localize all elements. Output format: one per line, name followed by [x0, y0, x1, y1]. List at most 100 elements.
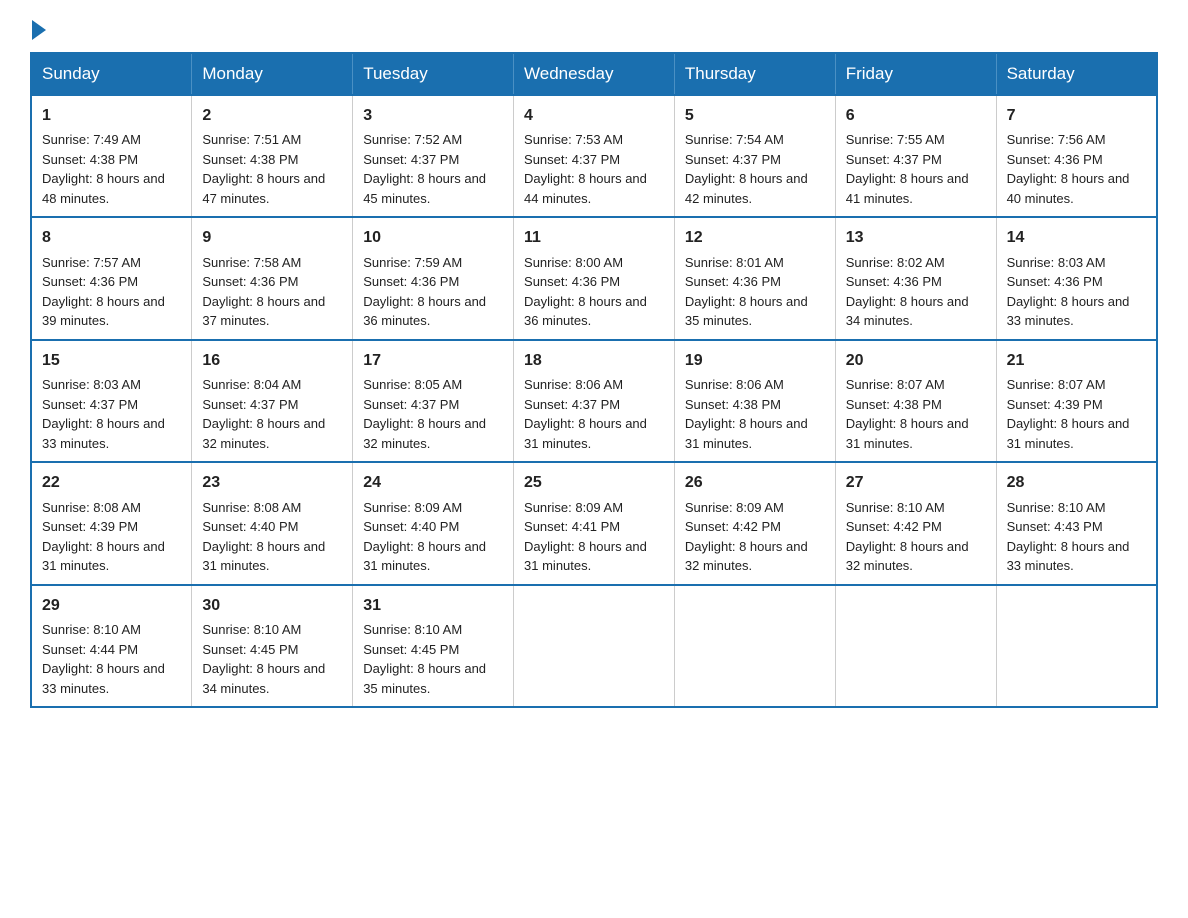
weekday-row: SundayMondayTuesdayWednesdayThursdayFrid… [31, 53, 1157, 95]
day-info: Sunrise: 7:58 AMSunset: 4:36 PMDaylight:… [202, 255, 325, 329]
day-info: Sunrise: 8:08 AMSunset: 4:39 PMDaylight:… [42, 500, 165, 574]
day-info: Sunrise: 7:54 AMSunset: 4:37 PMDaylight:… [685, 132, 808, 206]
calendar-day-cell: 28 Sunrise: 8:10 AMSunset: 4:43 PMDayligh… [996, 462, 1157, 584]
day-info: Sunrise: 8:06 AMSunset: 4:38 PMDaylight:… [685, 377, 808, 451]
calendar-day-cell: 25Sunrise: 8:09 AMSunset: 4:41 PMDayligh… [514, 462, 675, 584]
day-info: Sunrise: 8:04 AMSunset: 4:37 PMDaylight:… [202, 377, 325, 451]
day-info: Sunrise: 7:59 AMSunset: 4:36 PMDaylight:… [363, 255, 486, 329]
day-info: Sunrise: 8:03 AMSunset: 4:37 PMDaylight:… [42, 377, 165, 451]
logo [30, 20, 46, 32]
day-info: Sunrise: 8:03 AMSunset: 4:36 PMDaylight:… [1007, 255, 1130, 329]
calendar-week-row: 8 Sunrise: 7:57 AMSunset: 4:36 PMDaylight… [31, 217, 1157, 339]
calendar-body: 1 Sunrise: 7:49 AMSunset: 4:38 PMDaylight… [31, 95, 1157, 707]
calendar-day-cell [996, 585, 1157, 707]
day-info: Sunrise: 8:09 AMSunset: 4:40 PMDaylight:… [363, 500, 486, 574]
day-info: Sunrise: 8:08 AMSunset: 4:40 PMDaylight:… [202, 500, 325, 574]
calendar-day-cell: 1 Sunrise: 7:49 AMSunset: 4:38 PMDaylight… [31, 95, 192, 217]
day-info: Sunrise: 7:57 AMSunset: 4:36 PMDaylight:… [42, 255, 165, 329]
calendar-header: SundayMondayTuesdayWednesdayThursdayFrid… [31, 53, 1157, 95]
day-info: Sunrise: 8:00 AMSunset: 4:36 PMDaylight:… [524, 255, 647, 329]
day-number: 30 [202, 594, 342, 617]
calendar-day-cell: 14 Sunrise: 8:03 AMSunset: 4:36 PMDayligh… [996, 217, 1157, 339]
day-number: 19 [685, 349, 825, 372]
logo-arrow-icon [32, 20, 46, 40]
day-number: 11 [524, 226, 664, 249]
day-number: 31 [363, 594, 503, 617]
calendar-day-cell: 29 Sunrise: 8:10 AMSunset: 4:44 PMDayligh… [31, 585, 192, 707]
calendar-day-cell: 24 Sunrise: 8:09 AMSunset: 4:40 PMDayligh… [353, 462, 514, 584]
calendar-week-row: 29 Sunrise: 8:10 AMSunset: 4:44 PMDayligh… [31, 585, 1157, 707]
calendar-day-cell [674, 585, 835, 707]
day-number: 24 [363, 471, 503, 494]
day-number: 21 [1007, 349, 1146, 372]
day-info: Sunrise: 8:10 AMSunset: 4:44 PMDaylight:… [42, 622, 165, 696]
calendar-day-cell: 13Sunrise: 8:02 AMSunset: 4:36 PMDayligh… [835, 217, 996, 339]
day-number: 29 [42, 594, 181, 617]
calendar-day-cell: 21Sunrise: 8:07 AMSunset: 4:39 PMDayligh… [996, 340, 1157, 462]
day-number: 5 [685, 104, 825, 127]
day-number: 25 [524, 471, 664, 494]
day-info: Sunrise: 7:51 AMSunset: 4:38 PMDaylight:… [202, 132, 325, 206]
day-number: 27 [846, 471, 986, 494]
calendar-day-cell: 4 Sunrise: 7:53 AMSunset: 4:37 PMDaylight… [514, 95, 675, 217]
day-info: Sunrise: 7:49 AMSunset: 4:38 PMDaylight:… [42, 132, 165, 206]
weekday-header-saturday: Saturday [996, 53, 1157, 95]
calendar-day-cell: 19 Sunrise: 8:06 AMSunset: 4:38 PMDayligh… [674, 340, 835, 462]
day-info: Sunrise: 8:06 AMSunset: 4:37 PMDaylight:… [524, 377, 647, 451]
day-number: 4 [524, 104, 664, 127]
calendar-table: SundayMondayTuesdayWednesdayThursdayFrid… [30, 52, 1158, 708]
calendar-day-cell: 8 Sunrise: 7:57 AMSunset: 4:36 PMDaylight… [31, 217, 192, 339]
day-number: 7 [1007, 104, 1146, 127]
day-number: 8 [42, 226, 181, 249]
day-info: Sunrise: 8:05 AMSunset: 4:37 PMDaylight:… [363, 377, 486, 451]
day-number: 28 [1007, 471, 1146, 494]
calendar-day-cell: 11 Sunrise: 8:00 AMSunset: 4:36 PMDayligh… [514, 217, 675, 339]
day-number: 17 [363, 349, 503, 372]
day-number: 22 [42, 471, 181, 494]
day-number: 14 [1007, 226, 1146, 249]
day-info: Sunrise: 7:55 AMSunset: 4:37 PMDaylight:… [846, 132, 969, 206]
weekday-header-sunday: Sunday [31, 53, 192, 95]
calendar-day-cell: 9 Sunrise: 7:58 AMSunset: 4:36 PMDaylight… [192, 217, 353, 339]
day-number: 16 [202, 349, 342, 372]
logo-top [30, 20, 46, 40]
day-info: Sunrise: 8:09 AMSunset: 4:42 PMDaylight:… [685, 500, 808, 574]
day-number: 20 [846, 349, 986, 372]
day-info: Sunrise: 8:10 AMSunset: 4:45 PMDaylight:… [202, 622, 325, 696]
calendar-week-row: 15 Sunrise: 8:03 AMSunset: 4:37 PMDayligh… [31, 340, 1157, 462]
day-number: 23 [202, 471, 342, 494]
page-header [30, 20, 1158, 32]
day-number: 2 [202, 104, 342, 127]
calendar-day-cell: 27Sunrise: 8:10 AMSunset: 4:42 PMDayligh… [835, 462, 996, 584]
weekday-header-friday: Friday [835, 53, 996, 95]
day-number: 15 [42, 349, 181, 372]
day-info: Sunrise: 8:10 AMSunset: 4:43 PMDaylight:… [1007, 500, 1130, 574]
day-number: 10 [363, 226, 503, 249]
day-number: 1 [42, 104, 181, 127]
calendar-day-cell: 10 Sunrise: 7:59 AMSunset: 4:36 PMDayligh… [353, 217, 514, 339]
day-number: 13 [846, 226, 986, 249]
day-info: Sunrise: 7:53 AMSunset: 4:37 PMDaylight:… [524, 132, 647, 206]
calendar-day-cell: 12Sunrise: 8:01 AMSunset: 4:36 PMDayligh… [674, 217, 835, 339]
day-number: 18 [524, 349, 664, 372]
calendar-day-cell: 16 Sunrise: 8:04 AMSunset: 4:37 PMDayligh… [192, 340, 353, 462]
calendar-day-cell: 7 Sunrise: 7:56 AMSunset: 4:36 PMDaylight… [996, 95, 1157, 217]
calendar-day-cell: 18 Sunrise: 8:06 AMSunset: 4:37 PMDayligh… [514, 340, 675, 462]
calendar-day-cell: 26Sunrise: 8:09 AMSunset: 4:42 PMDayligh… [674, 462, 835, 584]
calendar-day-cell: 20 Sunrise: 8:07 AMSunset: 4:38 PMDayligh… [835, 340, 996, 462]
day-info: Sunrise: 7:52 AMSunset: 4:37 PMDaylight:… [363, 132, 486, 206]
day-number: 6 [846, 104, 986, 127]
calendar-day-cell: 31 Sunrise: 8:10 AMSunset: 4:45 PMDayligh… [353, 585, 514, 707]
calendar-day-cell: 2 Sunrise: 7:51 AMSunset: 4:38 PMDaylight… [192, 95, 353, 217]
calendar-day-cell: 6 Sunrise: 7:55 AMSunset: 4:37 PMDaylight… [835, 95, 996, 217]
day-number: 9 [202, 226, 342, 249]
day-info: Sunrise: 7:56 AMSunset: 4:36 PMDaylight:… [1007, 132, 1130, 206]
weekday-header-tuesday: Tuesday [353, 53, 514, 95]
day-number: 3 [363, 104, 503, 127]
day-info: Sunrise: 8:01 AMSunset: 4:36 PMDaylight:… [685, 255, 808, 329]
calendar-week-row: 1 Sunrise: 7:49 AMSunset: 4:38 PMDaylight… [31, 95, 1157, 217]
calendar-day-cell: 15 Sunrise: 8:03 AMSunset: 4:37 PMDayligh… [31, 340, 192, 462]
weekday-header-monday: Monday [192, 53, 353, 95]
day-info: Sunrise: 8:07 AMSunset: 4:38 PMDaylight:… [846, 377, 969, 451]
day-info: Sunrise: 8:10 AMSunset: 4:45 PMDaylight:… [363, 622, 486, 696]
